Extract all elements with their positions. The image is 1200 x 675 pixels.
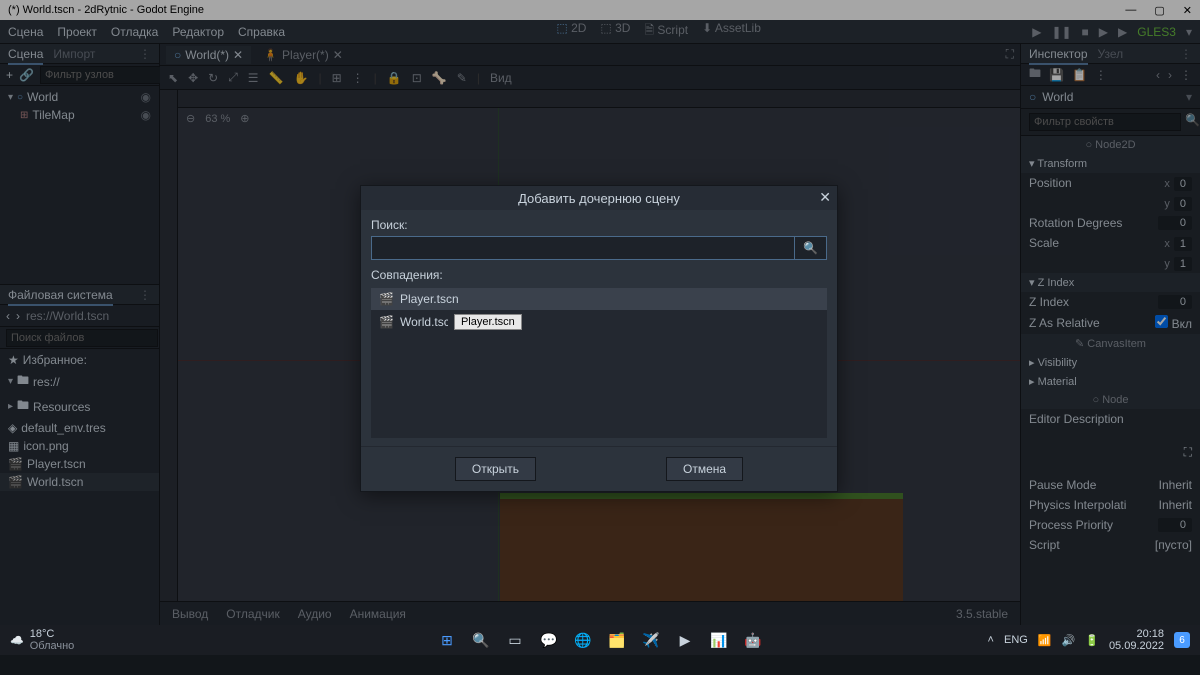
dialog-search-input[interactable] [371,236,795,260]
volume-icon[interactable]: 🔊 [1062,634,1076,647]
scene-icon: 🎬 [379,292,394,306]
match-item-player[interactable]: 🎬Player.tscn [371,288,827,310]
search-icon[interactable]: 🔍 [469,628,493,652]
date: 05.09.2022 [1109,640,1164,652]
start-icon[interactable]: ⊞ [435,628,459,652]
weather-icon: ☁️ [10,634,24,647]
dialog-titlebar: Добавить дочернюю сцену ✕ [361,186,837,210]
battery-icon[interactable]: 🔋 [1085,634,1099,647]
wifi-icon[interactable]: 📶 [1038,634,1052,647]
search-icon[interactable]: 🔍 [795,236,827,260]
match-item-world[interactable]: 🎬World.tscn Player.tscn [371,310,827,334]
windows-taskbar: ☁️ 18°C Облачно ⊞ 🔍 ▭ 💬 🌐 🗂️ ✈️ ▶ 📊 🤖 ˄ … [0,625,1200,655]
open-button[interactable]: Открыть [455,457,536,481]
tooltip: Player.tscn [454,314,522,330]
matches-label: Совпадения: [371,268,827,282]
weather-widget[interactable]: ☁️ 18°C Облачно [10,628,74,652]
weather-text: Облачно [30,640,75,652]
chat-icon[interactable]: 💬 [537,628,561,652]
scene-icon: 🎬 [379,315,394,329]
tray-chevron-icon[interactable]: ˄ [988,634,994,646]
godot-icon[interactable]: 🤖 [741,628,765,652]
temperature: 18°C [30,628,75,640]
cancel-button[interactable]: Отмена [666,457,743,481]
app-icon[interactable]: 📊 [707,628,731,652]
match-list: 🎬Player.tscn 🎬World.tscn Player.tscn [371,288,827,438]
media-icon[interactable]: ▶ [673,628,697,652]
dialog-title: Добавить дочернюю сцену [518,191,680,206]
notification-badge[interactable]: 6 [1174,632,1190,648]
add-child-scene-dialog: Добавить дочернюю сцену ✕ Поиск: 🔍 Совпа… [360,185,838,492]
explorer-icon[interactable]: 🗂️ [605,628,629,652]
edge-icon[interactable]: 🌐 [571,628,595,652]
clock[interactable]: 20:18 05.09.2022 [1109,628,1164,652]
language-indicator[interactable]: ENG [1004,634,1028,646]
search-label: Поиск: [371,218,408,232]
dialog-close-icon[interactable]: ✕ [819,189,831,206]
taskview-icon[interactable]: ▭ [503,628,527,652]
time: 20:18 [1109,628,1164,640]
telegram-icon[interactable]: ✈️ [639,628,663,652]
